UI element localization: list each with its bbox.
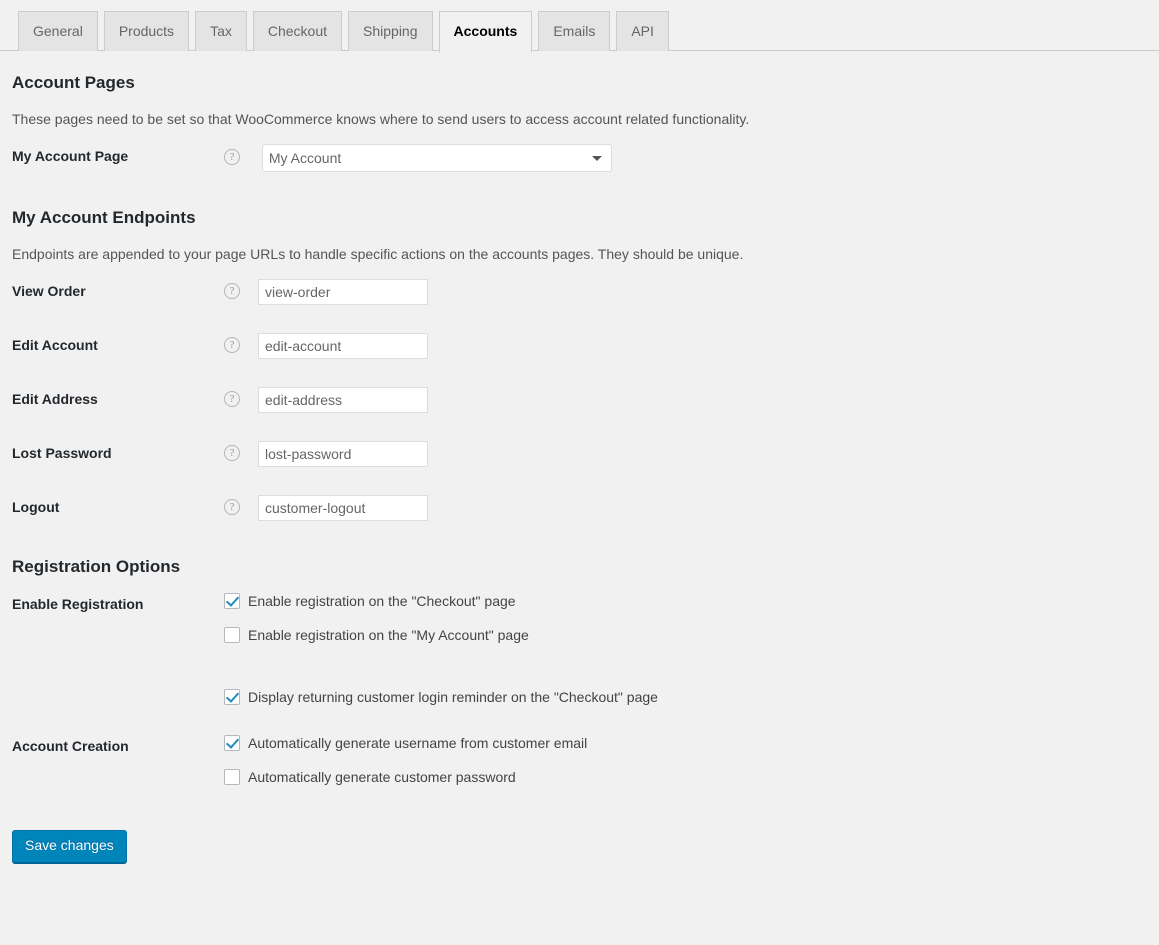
label-my-account-page: My Account Page bbox=[12, 148, 129, 165]
account-creation-checkbox-group: Automatically generate username from cus… bbox=[224, 734, 1137, 786]
label-endpoint-customer-logout: Logout bbox=[12, 499, 60, 516]
label-endpoint-view-order: View Order bbox=[12, 283, 86, 300]
save-changes-button[interactable]: Save changes bbox=[12, 830, 127, 863]
endpoint-input-view-order[interactable] bbox=[258, 279, 428, 306]
enable-registration-checkbox-group: Enable registration on the "Checkout" pa… bbox=[224, 592, 1137, 706]
endpoint-input-lost-password[interactable] bbox=[258, 441, 428, 468]
label-account-creation: Account Creation bbox=[12, 738, 129, 755]
form-row-endpoint: Edit Account? bbox=[12, 319, 1147, 373]
field-endpoint-lost-password: ? bbox=[224, 427, 1147, 481]
field-account-creation: Automatically generate username from cus… bbox=[224, 720, 1147, 800]
help-circle-icon[interactable]: ? bbox=[224, 283, 240, 300]
settings-tab-bar: General Products Tax Checkout Shipping Accoun… bbox=[0, 0, 1159, 53]
tab-api[interactable]: API bbox=[616, 11, 669, 51]
endpoints-form-table: View Order?Edit Account?Edit Address?Los… bbox=[12, 265, 1147, 535]
field-endpoint-edit-account: ? bbox=[224, 319, 1147, 373]
field-endpoint-edit-address: ? bbox=[224, 373, 1147, 427]
form-row-account-creation: Account Creation Automatically generate … bbox=[12, 720, 1147, 800]
tab-general[interactable]: General bbox=[18, 11, 98, 51]
field-endpoint-view-order: ? bbox=[224, 265, 1147, 319]
enable-registration-option[interactable]: Enable registration on the "Checkout" pa… bbox=[224, 592, 1137, 610]
section-description-account-pages: These pages need to be set so that WooCo… bbox=[12, 111, 750, 128]
enable-registration-label: Display returning customer login reminde… bbox=[248, 689, 658, 706]
account-pages-form-table: My Account Page ? My Account bbox=[12, 130, 1147, 186]
form-row-enable-registration: Enable Registration Enable registration … bbox=[12, 578, 1147, 720]
section-title-endpoints: My Account Endpoints bbox=[12, 208, 196, 228]
help-circle-icon[interactable]: ? bbox=[224, 445, 240, 462]
tab-accounts[interactable]: Accounts bbox=[438, 11, 533, 53]
form-row-endpoint: View Order? bbox=[12, 265, 1147, 319]
settings-content: Account Pages These pages need to be set… bbox=[0, 72, 1159, 863]
help-circle-icon[interactable]: ? bbox=[224, 499, 240, 516]
tab-checkout[interactable]: Checkout bbox=[252, 11, 343, 51]
label-endpoint-edit-address: Edit Address bbox=[12, 391, 98, 408]
help-circle-icon[interactable]: ? bbox=[224, 391, 240, 408]
account-creation-checkbox[interactable] bbox=[224, 769, 240, 786]
registration-form-table: Enable Registration Enable registration … bbox=[12, 578, 1147, 800]
endpoint-input-edit-account[interactable] bbox=[258, 333, 428, 360]
section-description-endpoints: Endpoints are appended to your page URLs… bbox=[12, 246, 744, 263]
endpoint-input-edit-address[interactable] bbox=[258, 387, 428, 414]
enable-registration-checkbox[interactable] bbox=[224, 627, 240, 644]
tab-tax[interactable]: Tax bbox=[195, 11, 247, 51]
section-title-registration: Registration Options bbox=[12, 557, 181, 577]
label-enable-registration: Enable Registration bbox=[12, 596, 144, 613]
help-circle-icon[interactable]: ? bbox=[224, 337, 240, 354]
tab-emails[interactable]: Emails bbox=[538, 11, 611, 51]
my-account-page-select[interactable]: My Account bbox=[261, 144, 612, 173]
form-row-endpoint: Lost Password? bbox=[12, 427, 1147, 481]
account-creation-label: Automatically generate customer password bbox=[248, 769, 516, 786]
tab-shipping[interactable]: Shipping bbox=[348, 11, 433, 51]
enable-registration-checkbox[interactable] bbox=[224, 593, 240, 610]
label-endpoint-edit-account: Edit Account bbox=[12, 337, 98, 354]
section-title-account-pages: Account Pages bbox=[12, 73, 135, 92]
form-row-my-account-page: My Account Page ? My Account bbox=[12, 130, 1147, 186]
field-enable-registration: Enable registration on the "Checkout" pa… bbox=[224, 578, 1147, 720]
field-endpoint-customer-logout: ? bbox=[224, 481, 1147, 535]
account-creation-option[interactable]: Automatically generate customer password bbox=[224, 768, 1137, 786]
label-endpoint-lost-password: Lost Password bbox=[12, 445, 112, 462]
form-row-endpoint: Edit Address? bbox=[12, 373, 1147, 427]
account-creation-label: Automatically generate username from cus… bbox=[248, 735, 588, 752]
enable-registration-label: Enable registration on the "Checkout" pa… bbox=[248, 593, 516, 610]
my-account-page-select-wrapper: My Account bbox=[261, 144, 612, 173]
endpoint-input-customer-logout[interactable] bbox=[258, 495, 428, 522]
enable-registration-option[interactable]: Display returning customer login reminde… bbox=[224, 688, 1137, 706]
enable-registration-checkbox[interactable] bbox=[224, 689, 240, 706]
submit-row: Save changes bbox=[12, 830, 1147, 863]
help-circle-icon[interactable]: ? bbox=[224, 149, 240, 166]
tab-products[interactable]: Products bbox=[103, 11, 190, 51]
enable-registration-label: Enable registration on the "My Account" … bbox=[248, 627, 529, 644]
field-my-account-page: ? My Account bbox=[224, 130, 1147, 186]
enable-registration-option[interactable]: Enable registration on the "My Account" … bbox=[224, 626, 1137, 644]
form-row-endpoint: Logout? bbox=[12, 481, 1147, 535]
account-creation-option[interactable]: Automatically generate username from cus… bbox=[224, 734, 1137, 752]
account-creation-checkbox[interactable] bbox=[224, 735, 240, 752]
